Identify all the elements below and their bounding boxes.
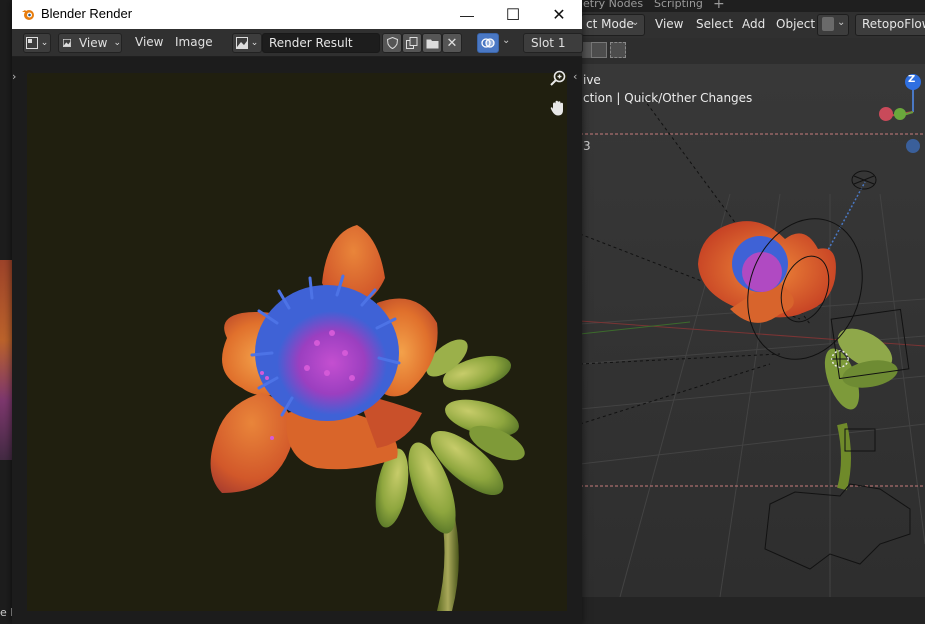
menu-view[interactable]: View <box>135 35 163 49</box>
render-result-image[interactable] <box>27 73 567 611</box>
chevron-right-icon[interactable]: › <box>12 70 16 83</box>
view-mode-label: View <box>78 36 108 50</box>
workspace-tab-geometry-nodes[interactable]: etry Nodes <box>583 0 643 10</box>
maximize-button[interactable]: ☐ <box>490 0 536 29</box>
background-flower-sliver <box>0 260 12 460</box>
gizmo-x-axis[interactable] <box>879 107 893 121</box>
display-channels-button[interactable] <box>477 33 499 53</box>
viewport-info-perspective: ive <box>583 73 601 87</box>
blender-logo-icon <box>22 10 34 20</box>
background-bottom-bar <box>580 597 925 624</box>
select-box-icon[interactable] <box>591 42 607 58</box>
open-image-button[interactable] <box>422 33 442 53</box>
window-title: Blender Render <box>41 6 133 21</box>
transform-orientation-dropdown[interactable]: ⌄ <box>817 14 849 36</box>
display-mode-icon <box>481 38 495 48</box>
new-image-button[interactable] <box>402 33 422 53</box>
image-icon <box>235 37 248 49</box>
viewport-info-collection: ction | Quick/Other Changes <box>583 91 753 105</box>
hand-pan-icon[interactable] <box>548 98 568 118</box>
menu-object[interactable]: Object <box>776 17 815 31</box>
chevron-left-icon[interactable]: ‹ <box>573 70 577 83</box>
select-extend-icon[interactable] <box>610 42 626 58</box>
image-browse-dropdown[interactable]: ⌄ <box>232 33 262 53</box>
image-name-field[interactable]: Render Result <box>262 33 380 53</box>
gizmo-neg-z-axis[interactable] <box>906 139 920 153</box>
chevron-down-icon: ⌄ <box>837 17 846 28</box>
maximize-icon: ☐ <box>505 6 521 24</box>
orientation-icon <box>822 17 834 31</box>
chevron-down-icon[interactable]: ⌄ <box>502 35 510 46</box>
retopoflow-label: RetopoFlow <box>862 17 925 31</box>
editor-type-icon <box>25 37 38 49</box>
close-x-icon: ✕ <box>446 35 458 51</box>
close-icon: ✕ <box>552 6 566 24</box>
slot-dropdown[interactable]: Slot 1 <box>523 33 583 53</box>
view-mode-dropdown[interactable]: View ⌄ <box>58 33 122 53</box>
add-workspace-button[interactable]: + <box>713 0 725 12</box>
3d-viewport[interactable] <box>580 64 925 597</box>
window-titlebar[interactable]: Blender Render — ☐ ✕ <box>12 0 582 29</box>
viewport-info-frame: 3 <box>583 139 591 153</box>
gizmo-y-axis[interactable] <box>894 108 906 120</box>
menu-add[interactable]: Add <box>742 17 765 31</box>
workspace-tab-scripting[interactable]: Scripting <box>654 0 703 10</box>
chevron-down-icon: ⌄ <box>113 38 121 48</box>
viewport-scene <box>580 64 925 597</box>
chevron-down-icon: ⌄ <box>40 38 49 48</box>
minimize-button[interactable]: — <box>444 0 490 29</box>
retopoflow-button[interactable]: RetopoFlow <box>855 14 925 36</box>
image-icon <box>63 39 71 47</box>
mode-label: ct Mode <box>586 17 634 31</box>
close-button[interactable]: ✕ <box>536 0 582 29</box>
viewport-tool-row <box>580 38 925 64</box>
folder-icon <box>426 39 438 48</box>
menu-image[interactable]: Image <box>175 35 213 49</box>
menu-select[interactable]: Select <box>696 17 733 31</box>
chevron-down-icon: ⌄ <box>250 38 259 48</box>
slot-label: Slot 1 <box>531 36 566 50</box>
chevron-down-icon: ⌄ <box>631 17 640 28</box>
shield-icon <box>386 37 398 49</box>
menu-view[interactable]: View <box>655 17 683 31</box>
duplicate-icon <box>406 37 418 49</box>
flower-render <box>27 73 567 611</box>
mode-dropdown[interactable]: ct Mode ⌄ <box>581 14 645 36</box>
minimize-icon: — <box>460 6 474 23</box>
unlink-image-button[interactable]: ✕ <box>442 33 462 53</box>
fake-user-button[interactable] <box>382 33 402 53</box>
zoom-in-icon[interactable] <box>548 68 568 88</box>
editor-type-dropdown[interactable]: ⌄ <box>23 33 51 53</box>
gizmo-z-label: Z <box>908 74 916 85</box>
